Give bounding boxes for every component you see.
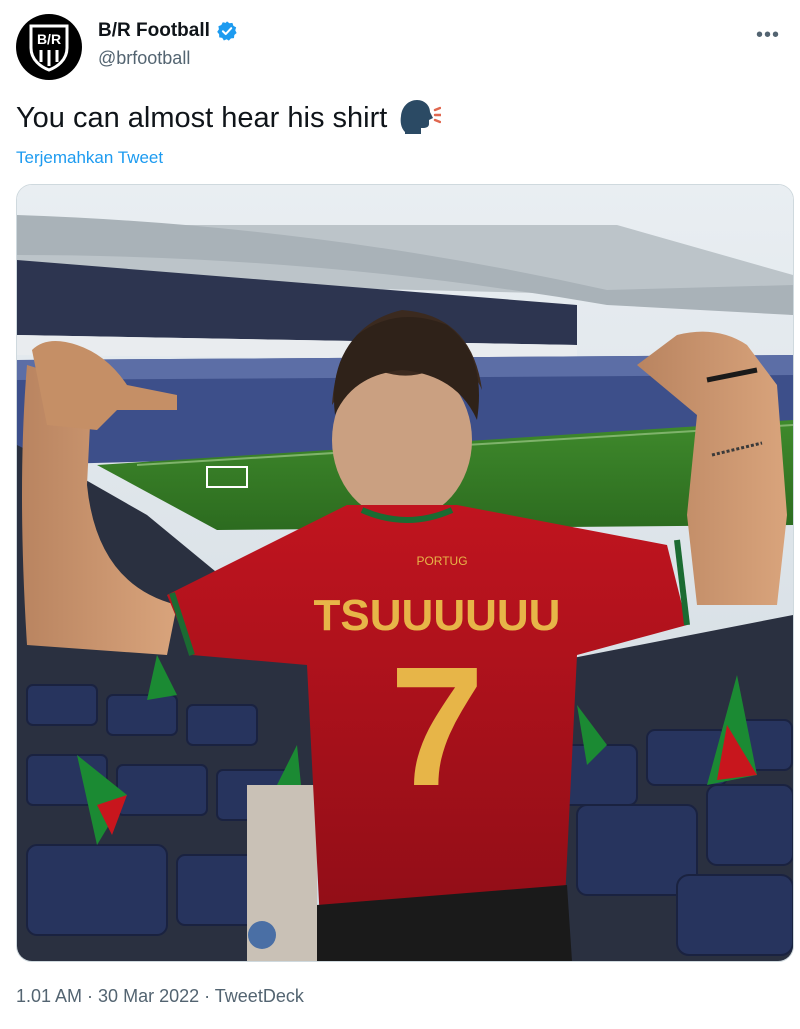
more-options-button[interactable]: ••• — [756, 24, 780, 47]
br-logo-icon: B/R — [29, 24, 69, 72]
tweet-photo[interactable]: PORTUG TSUUUUUU 7 — [16, 184, 794, 962]
handle[interactable]: @brfootball — [98, 48, 238, 69]
display-name[interactable]: B/R Football — [98, 20, 210, 42]
logo-text: B/R — [37, 31, 61, 47]
footer-separator: · — [82, 986, 99, 1006]
shirt-number: 7 — [390, 632, 485, 822]
tweet-footer: 1.01 AM · 30 Mar 2022 · TweetDeck — [16, 986, 304, 1007]
tweet-text-row: You can almost hear his shirt — [16, 98, 442, 138]
shirt-chest-text: PORTUG — [416, 554, 467, 568]
tweet-header: B/R B/R Football @brfootball ••• — [16, 14, 784, 84]
verified-badge-icon — [217, 21, 237, 41]
account-names: B/R Football @brfootball — [98, 20, 238, 69]
tweet-text: You can almost hear his shirt — [16, 101, 388, 134]
tweet-time[interactable]: 1.01 AM — [16, 986, 82, 1006]
speaking-head-icon — [400, 100, 442, 134]
translate-tweet-link[interactable]: Terjemahkan Tweet — [16, 148, 163, 168]
avatar[interactable]: B/R — [16, 14, 82, 80]
tweet-source[interactable]: TweetDeck — [215, 986, 304, 1006]
stadium-photo: PORTUG TSUUUUUU 7 — [17, 185, 793, 961]
tweet-date[interactable]: 30 Mar 2022 — [98, 986, 199, 1006]
footer-separator: · — [199, 986, 215, 1006]
